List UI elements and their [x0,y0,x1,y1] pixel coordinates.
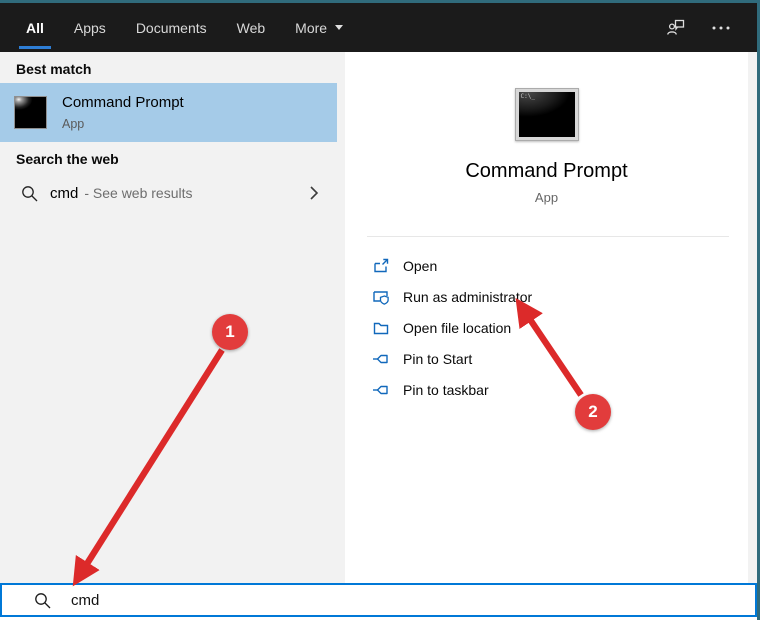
annotation-step-1-number: 1 [225,322,235,341]
search-input[interactable] [71,591,755,609]
result-type: App [62,117,85,131]
search-icon [21,185,38,202]
command-prompt-icon: C:\_ [514,88,579,141]
action-open-file-location[interactable]: Open file location [345,312,748,343]
tab-apps-label: Apps [73,19,106,36]
web-search-result-row[interactable]: cmd - See web results [0,174,337,212]
result-name: Command Prompt [62,94,184,111]
folder-icon [372,319,390,337]
annotation-step-2-number: 2 [588,402,598,421]
feedback-icon[interactable] [666,17,687,38]
launch-icon [372,257,390,275]
tab-web-label: Web [236,19,266,36]
filter-tabs: All Apps Documents Web More [0,3,345,52]
search-results-area: Best match Command Prompt App Search the… [0,52,757,583]
action-open[interactable]: Open [345,250,748,281]
results-panel: Best match Command Prompt App Search the… [0,52,337,583]
web-query-text: cmd [50,184,79,202]
tab-all-label: All [26,19,44,36]
tab-more[interactable]: More [293,3,345,52]
action-open-label: Open [403,257,438,274]
tab-more-label: More [295,19,328,36]
app-subtitle: App [534,190,559,205]
action-list: Open Run as administrator Open file loca… [345,250,748,405]
tab-documents[interactable]: Documents [134,3,209,52]
search-icon [34,592,51,609]
annotation-step-2: 2 [575,394,611,430]
chevron-right-icon[interactable] [309,185,319,201]
pin-icon [372,381,390,399]
windows-search-window: All Apps Documents Web More Best match C… [0,0,760,620]
best-match-header: Best match [16,61,92,77]
web-query-suffix: - See web results [84,185,193,201]
chevron-down-icon [335,25,344,30]
best-match-result-command-prompt[interactable]: Command Prompt App [0,83,337,142]
search-filter-bar: All Apps Documents Web More [0,3,757,52]
ellipsis-icon[interactable] [711,25,731,31]
admin-shield-icon [372,288,390,306]
tab-documents-label: Documents [135,19,207,36]
tab-all[interactable]: All [19,3,51,52]
action-pin-to-start-label: Pin to Start [403,350,473,367]
taskbar-search-box[interactable] [0,583,757,617]
tab-apps[interactable]: Apps [72,3,108,52]
action-open-file-location-label: Open file location [403,319,512,336]
action-pin-to-taskbar-label: Pin to taskbar [403,381,489,398]
action-run-as-administrator[interactable]: Run as administrator [345,281,748,312]
action-run-as-administrator-label: Run as administrator [403,288,533,305]
action-pin-to-start[interactable]: Pin to Start [345,343,748,374]
command-prompt-icon [14,96,47,129]
preview-panel: C:\_ Command Prompt App Open Run as admi… [345,52,748,583]
divider [367,236,729,237]
annotation-step-1: 1 [212,314,248,350]
tab-web[interactable]: Web [235,3,268,52]
pin-icon [372,350,390,368]
search-web-header: Search the web [16,151,119,167]
command-prompt-icon-text: C:\_ [520,93,535,100]
action-pin-to-taskbar[interactable]: Pin to taskbar [345,374,748,405]
app-title: Command Prompt [465,160,628,182]
